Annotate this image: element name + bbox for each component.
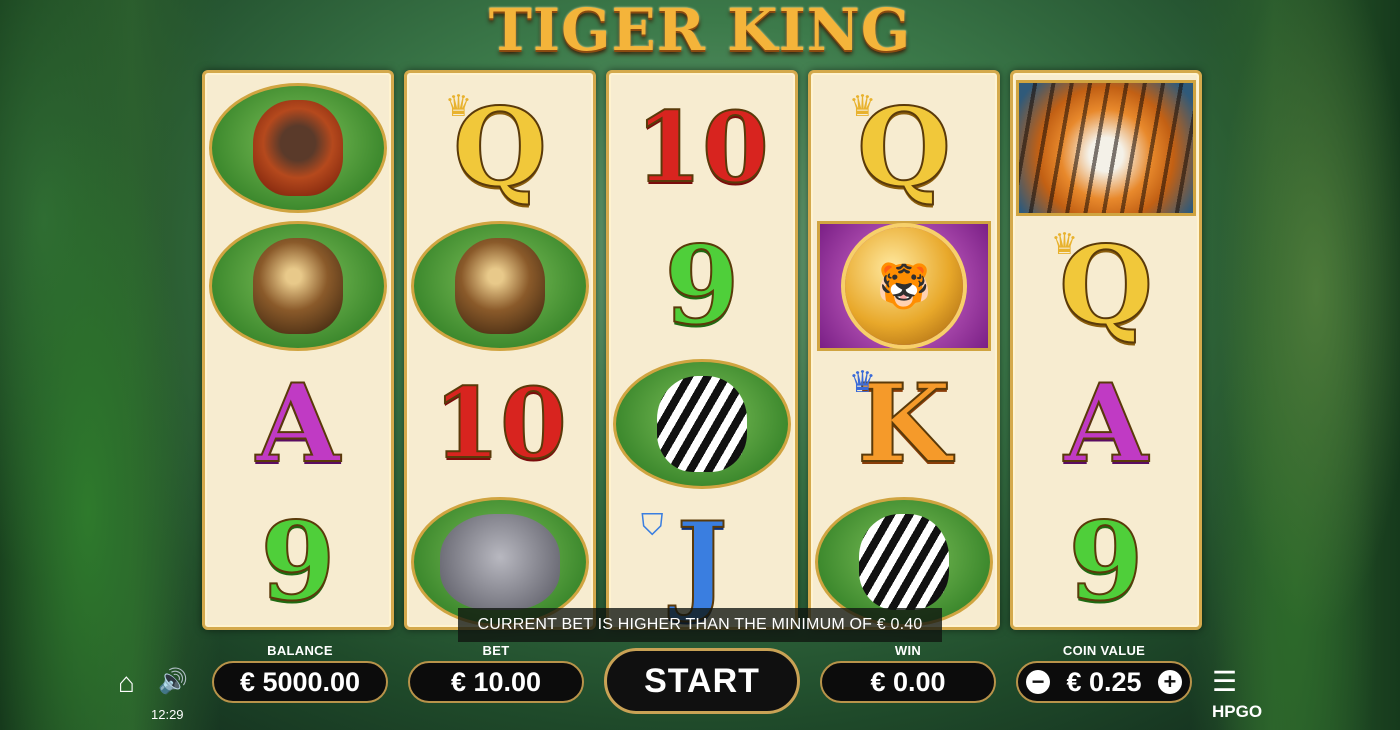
reel-4: ♛ Q 🐯 ♛ K (808, 70, 1000, 630)
symbol-9: 9 (663, 223, 740, 349)
symbol-eagle (407, 217, 593, 355)
crown-icon: ♛ (849, 366, 876, 399)
coin-value-label: COIN VALUE (1062, 643, 1146, 658)
start-button[interactable]: START (604, 648, 800, 714)
game-logo: TIGER KING (488, 0, 912, 64)
crown-icon: ♛ (1051, 228, 1078, 261)
symbol-10: 10 (634, 91, 770, 204)
symbol-9: 9 (1067, 499, 1144, 625)
symbol-q: ♛ Q (1051, 223, 1154, 349)
balance-value: € 5000.00 (212, 661, 388, 703)
symbol-orangutan (205, 79, 391, 217)
win-value: € 0.00 (820, 661, 996, 703)
balance-label: BALANCE (267, 643, 333, 658)
hamburger-menu-icon[interactable]: ☰ (1212, 665, 1237, 698)
reels-area: A 9 ♛ Q 10 10 9 ⛉ J ♛ Q 🐯 ♛ K ♛ Q A 9 (202, 70, 1202, 632)
symbol-q: ♛ Q (849, 85, 952, 211)
symbol-eagle (205, 217, 391, 355)
tiger-face-icon: 🐯 (876, 262, 932, 311)
clock: 12:29 (151, 707, 184, 722)
win-label: WIN (894, 643, 922, 658)
jungle-background-right (1190, 0, 1400, 730)
crown-icon: ♛ (445, 90, 472, 123)
symbol-tiger (1013, 79, 1199, 217)
symbol-zebra (609, 355, 795, 493)
reel-2: ♛ Q 10 (404, 70, 596, 630)
coin-value-control: − € 0.25 + (1016, 661, 1192, 703)
brand-logo: HPGO (1212, 702, 1263, 721)
crown-icon: ♛ (849, 90, 876, 123)
symbol-tiger-coin: 🐯 (811, 217, 997, 355)
symbol-a: A (1063, 361, 1149, 487)
bet-notice: CURRENT BET IS HIGHER THAN THE MINIMUM O… (458, 608, 942, 642)
symbol-q: ♛ Q (445, 85, 548, 211)
reel-5: ♛ Q A 9 (1010, 70, 1202, 630)
home-icon[interactable]: ⌂ (118, 667, 135, 699)
symbol-9: 9 (259, 499, 336, 625)
symbol-k: ♛ K (849, 361, 952, 487)
symbol-10: 10 (432, 367, 568, 480)
minus-icon[interactable]: − (1026, 670, 1050, 694)
reel-3: 10 9 ⛉ J (606, 70, 798, 630)
symbol-a: A (255, 361, 341, 487)
plus-icon[interactable]: + (1157, 670, 1182, 694)
bet-label: BET (482, 643, 510, 658)
coin-value: € 0.25 (1066, 666, 1142, 697)
bet-selector[interactable]: € 10.00 (408, 661, 584, 703)
speaker-icon[interactable]: 🔊 (158, 667, 188, 696)
jungle-background-left (0, 0, 220, 730)
reel-1: A 9 (202, 70, 394, 630)
shield-icon: ⛉ (641, 509, 664, 542)
